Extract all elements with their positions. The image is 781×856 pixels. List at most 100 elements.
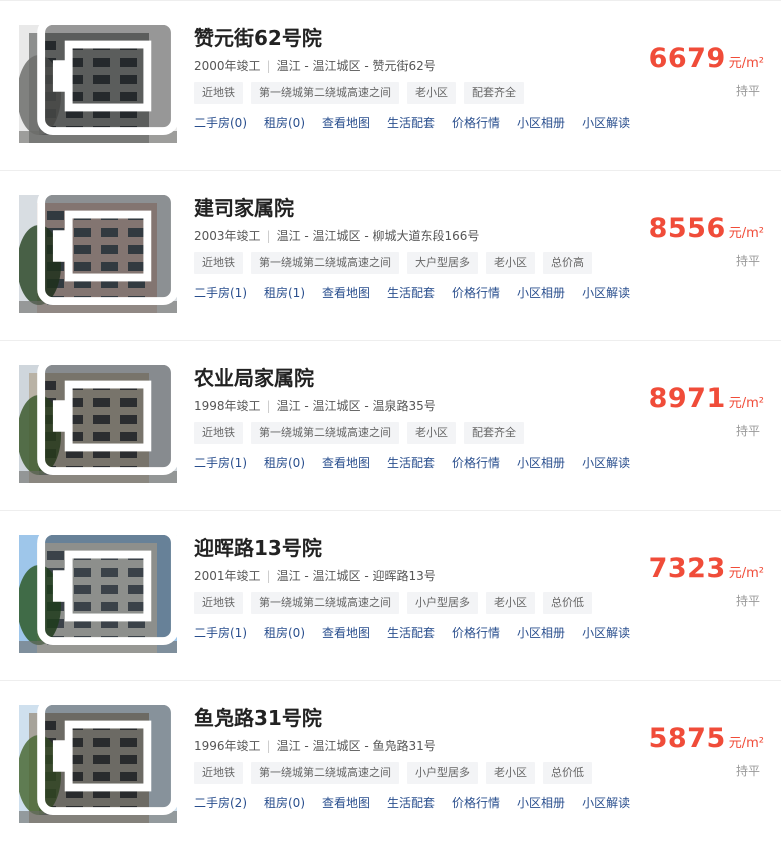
analysis-link[interactable]: 小区解读	[582, 796, 630, 810]
community-info: 农业局家属院 1998年竣工 | 温江 - 温江城区 - 温泉路35号 近地铁 第一绕…	[194, 363, 634, 473]
community-meta: 2003年竣工 | 温江 - 温江城区 - 柳城大道东段166号	[194, 227, 634, 245]
community-info: 迎晖路13号院 2001年竣工 | 温江 - 温江城区 - 迎晖路13号 近地铁 第一…	[194, 533, 634, 643]
feature-tags: 近地铁 第一绕城第二绕城高速之间 老小区 配套齐全	[194, 421, 634, 444]
rental-link[interactable]: 租房(0)	[264, 116, 305, 130]
map-link[interactable]: 查看地图	[322, 456, 370, 470]
community-meta: 1998年竣工 | 温江 - 温江城区 - 温泉路35号	[194, 397, 634, 415]
map-link[interactable]: 查看地图	[322, 116, 370, 130]
community-item: 鱼凫路31号院 1996年竣工 | 温江 - 温江城区 - 鱼凫路31号 近地铁 第一…	[0, 680, 781, 850]
community-photo[interactable]	[19, 25, 177, 143]
community-name[interactable]: 迎晖路13号院	[194, 533, 634, 563]
album-link[interactable]: 小区相册	[517, 116, 565, 130]
feature-tag: 小户型居多	[407, 762, 478, 784]
build-year: 1996年竣工	[194, 739, 261, 753]
price-value: 5875	[648, 723, 726, 754]
price-unit: 元/m²	[728, 226, 764, 241]
community-name[interactable]: 鱼凫路31号院	[194, 703, 634, 733]
community-item: 农业局家属院 1998年竣工 | 温江 - 温江城区 - 温泉路35号 近地铁 第一绕…	[0, 340, 781, 510]
price-trend-link[interactable]: 价格行情	[452, 626, 500, 640]
price-box: 6679 元/m² 持平	[649, 43, 764, 99]
community-name[interactable]: 建司家属院	[194, 193, 634, 223]
community-photo[interactable]	[19, 365, 177, 483]
amenities-link[interactable]: 生活配套	[387, 626, 435, 640]
album-link[interactable]: 小区相册	[517, 796, 565, 810]
feature-tag: 配套齐全	[464, 82, 524, 104]
community-location: 温江 - 温江城区 - 柳城大道东段166号	[276, 229, 480, 243]
photo-album-icon	[37, 25, 177, 135]
price-unit: 元/m²	[728, 56, 764, 71]
photo-album-icon	[37, 195, 177, 305]
feature-tag: 老小区	[486, 592, 535, 614]
price-trend-link[interactable]: 价格行情	[452, 286, 500, 300]
rental-link[interactable]: 租房(0)	[264, 796, 305, 810]
feature-tag: 近地铁	[194, 592, 243, 614]
second-hand-link[interactable]: 二手房(1)	[194, 456, 247, 470]
community-photo[interactable]	[19, 705, 177, 823]
community-links: 二手房(1) 租房(0) 查看地图 生活配套 价格行情 小区相册 小区解读	[194, 623, 634, 643]
analysis-link[interactable]: 小区解读	[582, 626, 630, 640]
price-unit: 元/m²	[728, 566, 764, 581]
feature-tag: 第一绕城第二绕城高速之间	[251, 82, 399, 104]
average-price: 7323 元/m²	[649, 553, 764, 584]
map-link[interactable]: 查看地图	[322, 796, 370, 810]
community-location: 温江 - 温江城区 - 迎晖路13号	[276, 569, 436, 583]
price-box: 5875 元/m² 持平	[649, 723, 764, 779]
amenities-link[interactable]: 生活配套	[387, 796, 435, 810]
rental-link[interactable]: 租房(0)	[264, 626, 305, 640]
feature-tag: 近地铁	[194, 82, 243, 104]
map-link[interactable]: 查看地图	[322, 626, 370, 640]
price-value: 6679	[648, 43, 726, 74]
album-link[interactable]: 小区相册	[517, 286, 565, 300]
second-hand-link[interactable]: 二手房(2)	[194, 796, 247, 810]
price-trend-link[interactable]: 价格行情	[452, 456, 500, 470]
feature-tags: 近地铁 第一绕城第二绕城高速之间 老小区 配套齐全	[194, 81, 634, 104]
feature-tag: 第一绕城第二绕城高速之间	[251, 762, 399, 784]
photo-album-icon	[37, 365, 177, 475]
feature-tag: 总价低	[543, 762, 592, 784]
album-link[interactable]: 小区相册	[517, 626, 565, 640]
community-name[interactable]: 农业局家属院	[194, 363, 634, 393]
community-item: 赞元街62号院 2000年竣工 | 温江 - 温江城区 - 赞元街62号 近地铁 第一…	[0, 0, 781, 170]
meta-divider: |	[266, 399, 271, 413]
average-price: 8556 元/m²	[649, 213, 764, 244]
amenities-link[interactable]: 生活配套	[387, 286, 435, 300]
rental-link[interactable]: 租房(0)	[264, 456, 305, 470]
analysis-link[interactable]: 小区解读	[582, 286, 630, 300]
feature-tags: 近地铁 第一绕城第二绕城高速之间 小户型居多 老小区 总价低	[194, 591, 634, 614]
second-hand-link[interactable]: 二手房(0)	[194, 116, 247, 130]
price-value: 7323	[648, 553, 726, 584]
album-link[interactable]: 小区相册	[517, 456, 565, 470]
amenities-link[interactable]: 生活配套	[387, 456, 435, 470]
price-value: 8971	[648, 383, 726, 414]
feature-tags: 近地铁 第一绕城第二绕城高速之间 小户型居多 老小区 总价低	[194, 761, 634, 784]
rental-link[interactable]: 租房(1)	[264, 286, 305, 300]
community-item: 建司家属院 2003年竣工 | 温江 - 温江城区 - 柳城大道东段166号 近地铁…	[0, 170, 781, 340]
analysis-link[interactable]: 小区解读	[582, 116, 630, 130]
map-link[interactable]: 查看地图	[322, 286, 370, 300]
feature-tags: 近地铁 第一绕城第二绕城高速之间 大户型居多 老小区 总价高	[194, 251, 634, 274]
feature-tag: 老小区	[486, 762, 535, 784]
price-box: 8971 元/m² 持平	[649, 383, 764, 439]
community-meta: 1996年竣工 | 温江 - 温江城区 - 鱼凫路31号	[194, 737, 634, 755]
community-location: 温江 - 温江城区 - 赞元街62号	[276, 59, 436, 73]
feature-tag: 老小区	[407, 82, 456, 104]
analysis-link[interactable]: 小区解读	[582, 456, 630, 470]
second-hand-link[interactable]: 二手房(1)	[194, 286, 247, 300]
community-item: 迎晖路13号院 2001年竣工 | 温江 - 温江城区 - 迎晖路13号 近地铁 第一…	[0, 510, 781, 680]
price-trend: 持平	[735, 424, 760, 438]
feature-tag: 配套齐全	[464, 422, 524, 444]
feature-tag: 第一绕城第二绕城高速之间	[251, 422, 399, 444]
community-name[interactable]: 赞元街62号院	[194, 23, 634, 53]
community-links: 二手房(1) 租房(0) 查看地图 生活配套 价格行情 小区相册 小区解读	[194, 453, 634, 473]
meta-divider: |	[266, 569, 271, 583]
community-photo[interactable]	[19, 195, 177, 313]
community-list: 赞元街62号院 2000年竣工 | 温江 - 温江城区 - 赞元街62号 近地铁 第一…	[0, 0, 781, 850]
community-photo[interactable]	[19, 535, 177, 653]
feature-tag: 老小区	[407, 422, 456, 444]
community-info: 建司家属院 2003年竣工 | 温江 - 温江城区 - 柳城大道东段166号 近地铁…	[194, 193, 634, 303]
amenities-link[interactable]: 生活配套	[387, 116, 435, 130]
price-trend-link[interactable]: 价格行情	[452, 796, 500, 810]
second-hand-link[interactable]: 二手房(1)	[194, 626, 247, 640]
price-trend-link[interactable]: 价格行情	[452, 116, 500, 130]
price-box: 8556 元/m² 持平	[649, 213, 764, 269]
